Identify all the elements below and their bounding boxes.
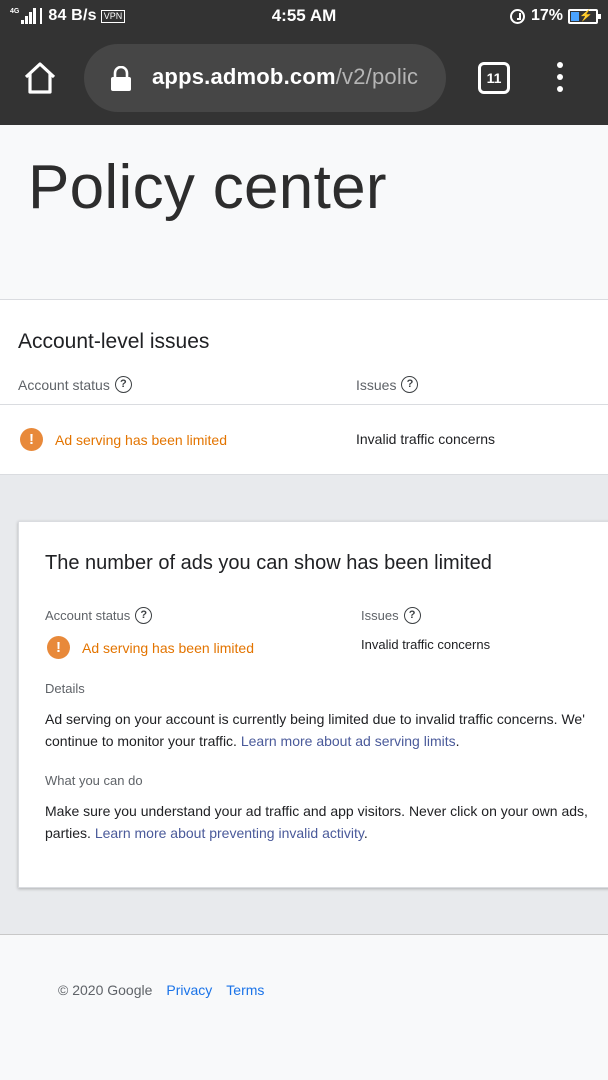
account-status-header: Account status ? [18,376,132,393]
tab-switcher-button[interactable]: 11 [478,62,510,94]
account-status-row: ! Ad serving has been limited [47,636,254,659]
url-text[interactable]: apps.admob.com/v2/polic [152,64,418,90]
status-right: 17% ⚡ [509,6,601,26]
what-line: parties. Learn more about preventing inv… [45,822,588,844]
privacy-link[interactable]: Privacy [166,982,212,998]
ad-serving-limits-link[interactable]: Learn more about ad serving limits [241,733,456,749]
terms-link[interactable]: Terms [226,982,264,998]
column-label: Issues [356,376,397,393]
lock-icon [111,66,131,91]
details-line: continue to monitor your traffic. Learn … [45,730,585,752]
page-title: Policy center [28,153,387,222]
help-icon[interactable]: ? [114,376,132,393]
column-label: Account status [18,376,110,393]
help-icon[interactable]: ? [135,607,153,624]
details-line: Ad serving on your account is currently … [45,711,585,727]
status-bar: 4G 84 B/s VPN 4:55 AM 17% ⚡ [0,0,608,32]
what-you-can-do-paragraph: Make sure you understand your ad traffic… [45,800,588,844]
home-icon[interactable] [22,60,58,96]
issue-detail-card: The number of ads you can show has been … [18,521,608,888]
punctuation: . [363,825,368,841]
help-icon[interactable]: ? [403,607,421,624]
account-status-header: Account status ? [45,607,153,624]
copyright: © 2020 Google [58,982,153,998]
card-title: The number of ads you can show has been … [45,552,492,574]
invalid-activity-link[interactable]: Learn more about preventing invalid acti… [95,825,364,841]
divider [0,404,608,405]
section-title: Account-level issues [18,330,210,353]
help-icon[interactable]: ? [401,376,419,393]
alarm-icon [509,8,525,24]
status-text: Ad serving has been limited [82,639,254,656]
account-status-row[interactable]: ! Ad serving has been limited [20,428,227,451]
what-text: parties. [45,825,95,841]
browser-toolbar: apps.admob.com/v2/polic 11 [0,32,608,125]
address-bar[interactable]: apps.admob.com/v2/polic [84,44,446,112]
details-paragraph: Ad serving on your account is currently … [45,708,585,752]
details-label: Details [45,681,85,696]
status-text: Ad serving has been limited [55,431,227,448]
account-issues-card: Account-level issues Account status ? Is… [0,299,608,475]
details-text: continue to monitor your traffic. [45,733,241,749]
issue-text: Invalid traffic concerns [356,431,496,447]
footer: © 2020 Google Privacy Terms [58,982,264,998]
warning-icon: ! [20,428,43,451]
url-domain: apps.admob.com [152,64,336,89]
what-line: Make sure you understand your ad traffic… [45,803,588,819]
what-you-can-do-label: What you can do [45,773,143,788]
battery-percentage: 17% [530,7,563,24]
column-label: Issues [361,608,399,623]
issues-header: Issues ? [361,607,421,624]
url-path: /v2/polic [335,64,419,89]
warning-icon: ! [47,636,70,659]
more-menu-icon[interactable] [556,62,564,96]
issue-text: Invalid traffic concerns [361,637,491,652]
column-label: Account status [45,608,131,623]
issues-header: Issues ? [356,376,419,393]
battery-icon: ⚡ [568,8,601,24]
punctuation: . [455,733,460,749]
